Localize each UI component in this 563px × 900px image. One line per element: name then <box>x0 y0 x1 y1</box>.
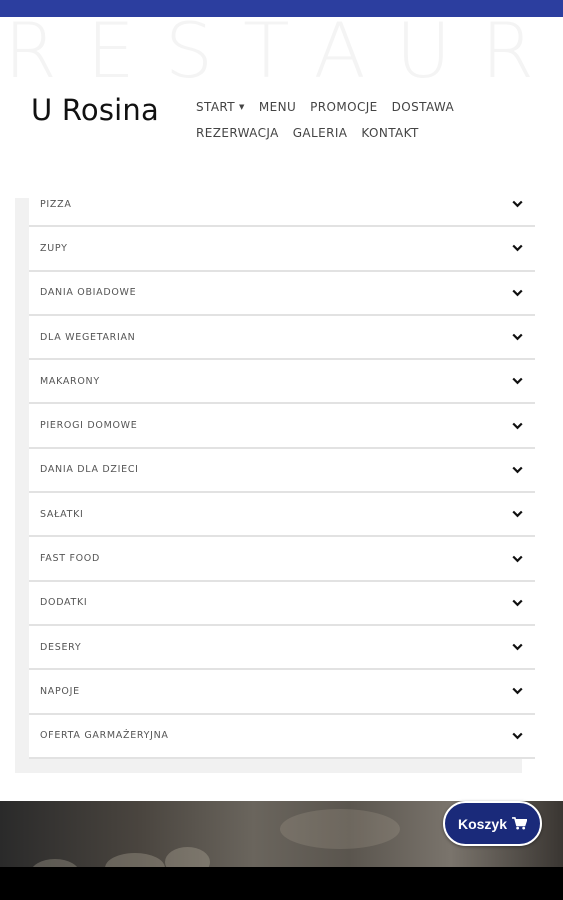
menu-category-item[interactable]: OFERTA GARMAŻERYJNA <box>29 714 535 759</box>
menu-category-label: DODATKI <box>40 597 88 609</box>
chevron-down-icon[interactable] <box>511 730 523 742</box>
menu-category-item[interactable]: DANIA DLA DZIECI <box>29 448 535 494</box>
chevron-down-icon[interactable] <box>511 331 523 343</box>
menu-category-item[interactable]: NAPOJE <box>29 670 535 715</box>
nav-promocje[interactable]: PROMOCJE <box>310 100 378 114</box>
chevron-down-icon[interactable] <box>511 508 523 520</box>
menu-category-label: DLA WEGETARIAN <box>40 331 136 343</box>
photo-detail <box>105 853 165 867</box>
chevron-down-icon[interactable] <box>511 553 523 565</box>
photo-detail <box>280 809 400 849</box>
menu-category-label: NAPOJE <box>40 685 80 697</box>
chevron-down-icon[interactable] <box>511 685 523 697</box>
menu-category-list: PIZZA ZUPY DANIA OBIADOWE DLA WEGETARIAN MAK… <box>29 183 535 759</box>
chevron-down-icon[interactable] <box>511 464 523 476</box>
nav-rezerwacja[interactable]: REZERWACJA <box>196 126 279 140</box>
chevron-down-icon[interactable] <box>511 287 523 299</box>
top-accent-bar <box>0 0 563 17</box>
photo-detail <box>30 859 80 867</box>
menu-category-label: FAST FOOD <box>40 553 100 565</box>
menu-category-label: SAŁATKI <box>40 508 84 520</box>
chevron-down-icon[interactable] <box>511 242 523 254</box>
menu-category-label: DANIA OBIADOWE <box>40 287 137 299</box>
menu-category-label: PIZZA <box>40 198 72 210</box>
menu-category-label: DESERY <box>40 641 82 653</box>
menu-category-item[interactable]: ZUPY <box>29 227 535 272</box>
cart-button[interactable]: Koszyk <box>443 801 542 846</box>
menu-category-label: OFERTA GARMAŻERYJNA <box>40 730 169 742</box>
chevron-down-icon[interactable] <box>511 375 523 387</box>
menu-category-item[interactable]: PIZZA <box>29 183 535 228</box>
brand-logo[interactable]: U Rosina <box>31 93 159 127</box>
nav-row-2: REZERWACJA GALERIA KONTAKT <box>196 120 516 146</box>
nav-start[interactable]: START ▼ <box>196 100 245 114</box>
menu-category-item[interactable]: FAST FOOD <box>29 537 535 582</box>
nav-kontakt[interactable]: KONTAKT <box>361 126 418 140</box>
main-navigation: START ▼ MENU PROMOCJE DOSTAWA REZERWACJA … <box>196 94 516 146</box>
menu-category-label: ZUPY <box>40 242 68 254</box>
menu-category-item[interactable]: PIEROGI DOMOWE <box>29 404 535 449</box>
menu-category-item[interactable]: DODATKI <box>29 581 535 626</box>
menu-category-label: PIEROGI DOMOWE <box>40 420 138 432</box>
menu-category-item[interactable]: SAŁATKI <box>29 493 535 538</box>
menu-category-label: MAKARONY <box>40 375 100 387</box>
chevron-down-icon[interactable] <box>511 641 523 653</box>
chevron-down-icon[interactable] <box>511 198 523 210</box>
chevron-down-icon[interactable] <box>511 420 523 432</box>
menu-category-item[interactable]: DLA WEGETARIAN <box>29 315 535 361</box>
bottom-bar <box>0 867 563 900</box>
menu-category-item[interactable]: MAKARONY <box>29 360 535 405</box>
photo-detail <box>165 847 210 867</box>
menu-category-item[interactable]: DESERY <box>29 625 535 671</box>
nav-menu[interactable]: MENU <box>259 100 296 114</box>
background-watermark: RESTAURA <box>4 17 563 85</box>
nav-galeria[interactable]: GALERIA <box>293 126 348 140</box>
chevron-down-icon: ▼ <box>239 103 245 111</box>
chevron-down-icon[interactable] <box>511 597 523 609</box>
menu-category-label: DANIA DLA DZIECI <box>40 464 139 476</box>
nav-dostawa[interactable]: DOSTAWA <box>392 100 454 114</box>
cart-label: Koszyk <box>457 815 508 832</box>
menu-category-item[interactable]: DANIA OBIADOWE <box>29 271 535 316</box>
shopping-cart-icon <box>512 817 528 830</box>
nav-row-1: START ▼ MENU PROMOCJE DOSTAWA <box>196 94 516 120</box>
